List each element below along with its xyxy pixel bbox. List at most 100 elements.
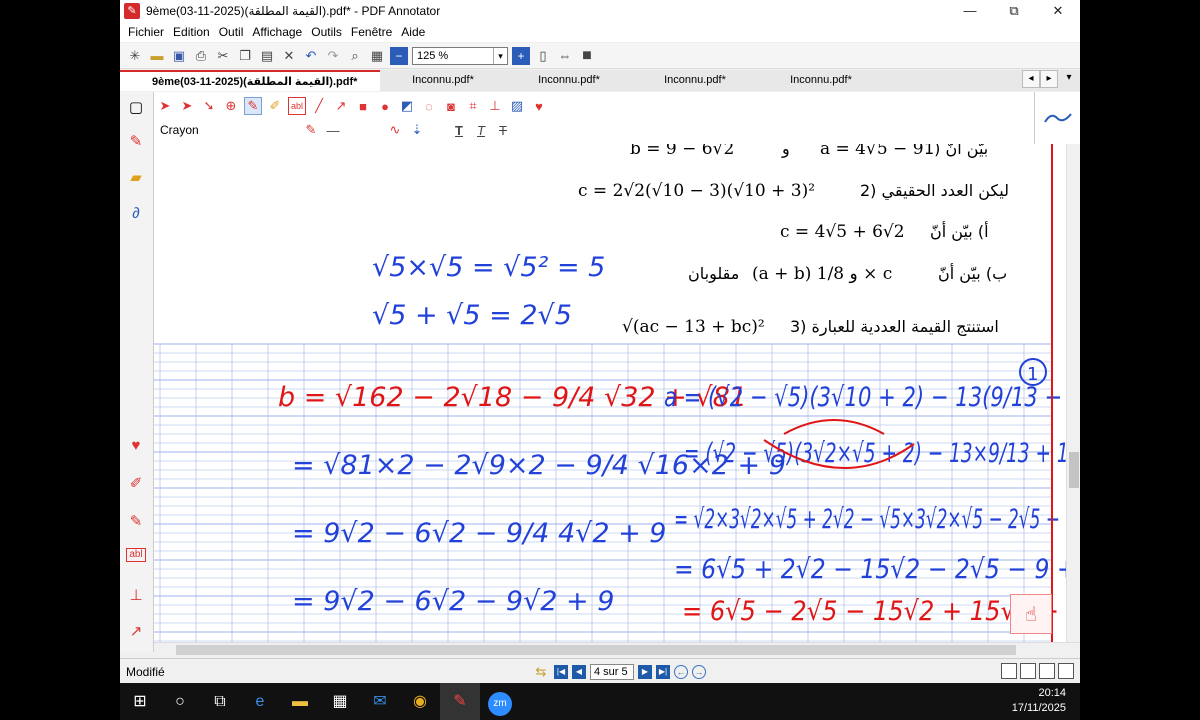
document-view[interactable]: b = 9 − 6√2 و a = 4√5 − 9 1) بيّن أنّ c … xyxy=(154,144,1080,642)
maximize-button[interactable]: ⧉ xyxy=(992,0,1036,22)
file-explorer-icon[interactable]: ▬ xyxy=(280,683,320,720)
page-number-field[interactable]: 4 sur 5 xyxy=(590,664,634,680)
cut-icon[interactable]: ✂ xyxy=(214,47,232,65)
single-page-view-icon[interactable] xyxy=(1001,663,1017,679)
new-document-icon[interactable]: ✳ xyxy=(126,47,144,65)
pencil-icon[interactable]: ✎ xyxy=(244,97,262,115)
text-tool-icon[interactable]: abl xyxy=(288,97,306,115)
find-icon[interactable]: ⌕ xyxy=(346,47,364,65)
zoom-icon[interactable]: zm xyxy=(480,683,520,720)
zoom-in-button[interactable]: + xyxy=(512,46,530,65)
marker-icon[interactable]: ✐ xyxy=(126,474,146,494)
image-insert-icon[interactable]: ▨ xyxy=(508,97,526,115)
facing-view-icon[interactable] xyxy=(1039,663,1055,679)
favorites-heart-icon[interactable]: ♥ xyxy=(530,97,548,115)
redo-icon[interactable]: ↷ xyxy=(324,47,342,65)
paperclip-icon[interactable]: ∂ xyxy=(126,204,146,224)
copy-icon[interactable]: ❐ xyxy=(236,47,254,65)
back-view-button[interactable]: ← xyxy=(674,665,688,679)
minimize-button[interactable]: — xyxy=(948,0,992,22)
tab-next-button[interactable]: ▸ xyxy=(1040,70,1058,88)
windows-start-icon[interactable]: ⊞ xyxy=(120,683,160,720)
text-italic-icon[interactable]: T xyxy=(472,121,490,139)
vertical-scrollbar[interactable] xyxy=(1066,144,1080,642)
full-screen-icon[interactable]: ■ xyxy=(578,47,596,65)
tab-current-document[interactable]: 9ème(03-11-2025)(القيمة المطلقة).pdf* xyxy=(120,70,380,91)
arrow-line-icon[interactable]: ↗ xyxy=(332,97,350,115)
favorites-heart-icon[interactable]: ♥ xyxy=(126,436,146,456)
menu-outil[interactable]: Outil xyxy=(219,25,244,39)
pointer-icon[interactable]: ➤ xyxy=(178,97,196,115)
menu-aide[interactable]: Aide xyxy=(401,25,425,39)
ellipse-icon[interactable]: ● xyxy=(376,97,394,115)
horizontal-scroll-thumb[interactable] xyxy=(176,645,1016,655)
menu-affichage[interactable]: Affichage xyxy=(252,25,302,39)
store-icon[interactable]: ▦ xyxy=(320,683,360,720)
select-arrow-icon[interactable]: ➤ xyxy=(156,97,174,115)
line-tool-icon[interactable]: ╱ xyxy=(310,97,328,115)
stamp-tool-icon[interactable]: ⊥ xyxy=(486,97,504,115)
menu-fenetre[interactable]: Fenêtre xyxy=(351,25,392,39)
text-box-icon[interactable]: abl xyxy=(126,548,146,562)
text-bold-icon[interactable]: T xyxy=(450,121,468,139)
crop-icon[interactable]: ⌗ xyxy=(464,97,482,115)
save-icon[interactable]: ▣ xyxy=(170,47,188,65)
highlighter-icon[interactable]: ✎ xyxy=(126,512,146,532)
text-strike-icon[interactable]: T xyxy=(494,121,512,139)
tab-inconnu-3[interactable]: Inconnu.pdf* xyxy=(632,70,758,91)
tab-prev-button[interactable]: ◂ xyxy=(1022,70,1040,88)
magnifier-icon[interactable]: ⊕ xyxy=(222,97,240,115)
delete-icon[interactable]: ✕ xyxy=(280,47,298,65)
horizontal-scrollbar[interactable] xyxy=(154,642,1080,656)
page-view-icon[interactable]: ▢ xyxy=(126,98,146,118)
next-page-button[interactable]: ▶ xyxy=(638,665,652,679)
prev-page-button[interactable]: ◀ xyxy=(572,665,586,679)
move-arrow-icon[interactable]: ➘ xyxy=(200,97,218,115)
search-circle-icon[interactable]: ○ xyxy=(160,683,200,720)
chevron-down-icon[interactable]: ▾ xyxy=(493,47,507,64)
line-width-icon[interactable]: — xyxy=(324,121,342,139)
edge-icon[interactable]: e xyxy=(240,683,280,720)
eraser-icon[interactable]: ◩ xyxy=(398,97,416,115)
pdf-annotator-icon[interactable]: ✎ xyxy=(440,683,480,720)
close-button[interactable]: ✕ xyxy=(1036,0,1080,22)
menu-edition[interactable]: Edition xyxy=(173,25,210,39)
zoom-out-button[interactable]: − xyxy=(390,46,408,65)
pressure-icon[interactable]: ⇣ xyxy=(408,121,426,139)
camera-icon[interactable]: ◙ xyxy=(442,97,460,115)
arrow-tool-icon[interactable]: ↗ xyxy=(126,622,146,642)
page-layout-icon[interactable]: ▦ xyxy=(368,47,386,65)
highlighter-icon[interactable]: ✐ xyxy=(266,97,284,115)
first-page-button[interactable]: |◀ xyxy=(554,665,568,679)
paste-icon[interactable]: ▤ xyxy=(258,47,276,65)
stamp-icon[interactable]: ⊥ xyxy=(126,586,146,606)
print-icon[interactable]: ⎙ xyxy=(192,47,210,65)
fit-width-icon[interactable]: ⇔ xyxy=(556,47,574,65)
tab-inconnu-2[interactable]: Inconnu.pdf* xyxy=(506,70,632,91)
page-history-icon[interactable]: ⇆ xyxy=(532,663,550,681)
tab-inconnu-4[interactable]: Inconnu.pdf* xyxy=(758,70,884,91)
last-page-button[interactable]: ▶| xyxy=(656,665,670,679)
undo-icon[interactable]: ↶ xyxy=(302,47,320,65)
continuous-view-icon[interactable] xyxy=(1020,663,1036,679)
menu-outils[interactable]: Outils xyxy=(311,25,342,39)
pan-hand-icon[interactable]: ☝ xyxy=(1010,594,1052,634)
pen-tool-icon[interactable]: ✎ xyxy=(126,132,146,152)
forward-view-button[interactable]: → xyxy=(692,665,706,679)
lasso-icon[interactable]: ◌ xyxy=(420,97,438,115)
grid-view-icon[interactable] xyxy=(1058,663,1074,679)
chrome-icon[interactable]: ◉ xyxy=(400,683,440,720)
menu-fichier[interactable]: Fichier xyxy=(128,25,164,39)
freehand-curve-icon[interactable]: ∿ xyxy=(386,121,404,139)
zoom-select[interactable]: 125 % ▾ xyxy=(412,46,508,65)
pen-color-icon[interactable]: ✎ xyxy=(302,121,320,139)
system-clock[interactable]: 20:14 17/11/2025 xyxy=(1012,686,1066,716)
task-view-icon[interactable]: ⧉ xyxy=(200,683,240,720)
vertical-scroll-thumb[interactable] xyxy=(1069,452,1079,488)
tab-inconnu-1[interactable]: Inconnu.pdf* xyxy=(380,70,506,91)
open-folder-icon[interactable]: ▬ xyxy=(148,47,166,65)
mail-icon[interactable]: ✉ xyxy=(360,683,400,720)
sticky-note-icon[interactable]: ▰ xyxy=(126,168,146,188)
rectangle-icon[interactable]: ■ xyxy=(354,97,372,115)
ink-preview-panel[interactable] xyxy=(1034,92,1080,144)
